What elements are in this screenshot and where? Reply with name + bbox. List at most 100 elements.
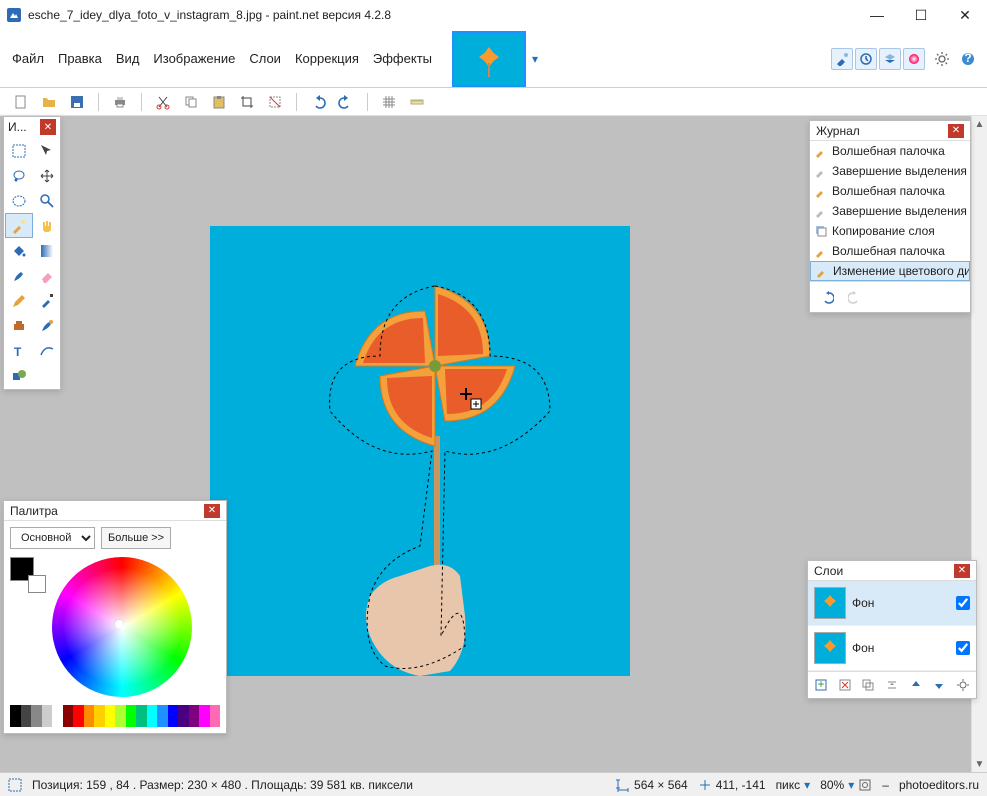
layers-panel: Слои ✕ Фон Фон +	[807, 560, 977, 699]
settings-icon[interactable]	[931, 48, 953, 70]
dims-icon	[616, 778, 630, 792]
palette-panel: Палитра ✕ Основной Больше >>	[3, 500, 227, 734]
layers-toggle-icon[interactable]	[879, 48, 901, 70]
history-item[interactable]: Изменение цветового диапазона	[810, 261, 970, 281]
tools-toggle-icon[interactable]	[831, 48, 853, 70]
tool-zoom[interactable]	[33, 188, 61, 213]
document-thumbnail[interactable]	[452, 31, 526, 87]
tool-line[interactable]	[33, 338, 61, 363]
thumb-dropdown-icon[interactable]: ▾	[532, 52, 538, 66]
tools-close-icon[interactable]: ✕	[40, 119, 56, 135]
palette-close-icon[interactable]: ✕	[204, 504, 220, 518]
history-title: Журнал	[816, 124, 860, 138]
history-item[interactable]: Волшебная палочка	[810, 241, 970, 261]
help-icon[interactable]: ?	[957, 48, 979, 70]
paste-icon[interactable]	[208, 91, 230, 113]
secondary-color[interactable]	[28, 575, 46, 593]
zoom-fit-icon[interactable]	[858, 778, 872, 792]
status-cursor-pos: 411, -141	[716, 778, 766, 792]
save-icon[interactable]	[66, 91, 88, 113]
tool-clone[interactable]	[5, 313, 33, 338]
tool-lasso[interactable]	[5, 163, 33, 188]
colors-toggle-icon[interactable]	[903, 48, 925, 70]
palette-mode-select[interactable]: Основной	[10, 527, 95, 549]
history-close-icon[interactable]: ✕	[948, 124, 964, 138]
tool-gradient[interactable]	[33, 238, 61, 263]
minimize-button[interactable]: ―	[855, 0, 899, 30]
status-unit[interactable]: пикс	[776, 778, 801, 792]
history-item[interactable]: Копирование слоя	[810, 221, 970, 241]
layer-visibility-checkbox[interactable]	[956, 641, 970, 655]
tool-color-picker[interactable]	[33, 288, 61, 313]
menu-file[interactable]: Файл	[12, 51, 44, 66]
maximize-button[interactable]: ☐	[899, 0, 943, 30]
wheel-cursor[interactable]	[114, 619, 124, 629]
layers-header[interactable]: Слои ✕	[808, 561, 976, 581]
new-icon[interactable]	[10, 91, 32, 113]
tool-move-pixels[interactable]	[33, 163, 61, 188]
svg-text:?: ?	[964, 51, 971, 65]
layer-duplicate-icon[interactable]	[859, 676, 877, 694]
layer-down-icon[interactable]	[930, 676, 948, 694]
deselect-icon[interactable]	[264, 91, 286, 113]
tool-pan[interactable]	[33, 213, 61, 238]
tool-eraser[interactable]	[33, 263, 61, 288]
palette-header[interactable]: Палитра ✕	[4, 501, 226, 521]
layer-properties-icon[interactable]	[954, 676, 972, 694]
window-title: esche_7_idey_dlya_foto_v_instagram_8.jpg…	[28, 8, 855, 22]
history-item[interactable]: Волшебная палочка	[810, 141, 970, 161]
cut-icon[interactable]	[152, 91, 174, 113]
close-button[interactable]: ✕	[943, 0, 987, 30]
menu-view[interactable]: Вид	[116, 51, 140, 66]
menu-edit[interactable]: Правка	[58, 51, 102, 66]
tool-magic-wand[interactable]	[5, 213, 33, 238]
tools-header[interactable]: И... ✕	[4, 117, 60, 137]
canvas[interactable]	[210, 226, 630, 676]
ruler-icon[interactable]	[406, 91, 428, 113]
menu-layers[interactable]: Слои	[249, 51, 281, 66]
print-icon[interactable]	[109, 91, 131, 113]
unit-dropdown-icon[interactable]: ▾	[804, 778, 810, 792]
tool-bucket[interactable]	[5, 238, 33, 263]
palette-strip[interactable]	[10, 705, 220, 727]
layers-close-icon[interactable]: ✕	[954, 564, 970, 578]
layer-row[interactable]: Фон	[808, 626, 976, 671]
history-item[interactable]: Волшебная палочка	[810, 181, 970, 201]
layer-delete-icon[interactable]	[836, 676, 854, 694]
color-wheel[interactable]	[52, 557, 192, 697]
history-undo-icon[interactable]	[816, 286, 838, 308]
zoom-dropdown-icon[interactable]: ▾	[848, 778, 854, 792]
tool-pencil[interactable]	[5, 288, 33, 313]
palette-more-button[interactable]: Больше >>	[101, 527, 171, 549]
menu-effects[interactable]: Эффекты	[373, 51, 432, 66]
tool-shapes[interactable]	[5, 363, 33, 388]
history-toggle-icon[interactable]	[855, 48, 877, 70]
history-header[interactable]: Журнал ✕	[810, 121, 970, 141]
crop-icon[interactable]	[236, 91, 258, 113]
tool-text[interactable]: T	[5, 338, 33, 363]
svg-text:+: +	[817, 678, 824, 691]
menu-adjust[interactable]: Коррекция	[295, 51, 359, 66]
tool-ellipse-select[interactable]	[5, 188, 33, 213]
copy-icon[interactable]	[180, 91, 202, 113]
grid-icon[interactable]	[378, 91, 400, 113]
layer-up-icon[interactable]	[907, 676, 925, 694]
tool-move-selection[interactable]	[33, 138, 61, 163]
statusbar: Позиция: 159 , 84 . Размер: 230 × 480 . …	[0, 772, 987, 796]
layer-merge-icon[interactable]	[883, 676, 901, 694]
undo-icon[interactable]	[307, 91, 329, 113]
tool-brush[interactable]	[5, 263, 33, 288]
history-redo-icon[interactable]	[844, 286, 866, 308]
open-icon[interactable]	[38, 91, 60, 113]
layer-add-icon[interactable]: +	[812, 676, 830, 694]
layer-row[interactable]: Фон	[808, 581, 976, 626]
history-item[interactable]: Завершение выделения палочкой	[810, 201, 970, 221]
tool-recolor[interactable]	[33, 313, 61, 338]
history-item[interactable]: Завершение выделения палочкой	[810, 161, 970, 181]
layer-name: Фон	[852, 596, 950, 610]
menu-image[interactable]: Изображение	[153, 51, 235, 66]
layer-visibility-checkbox[interactable]	[956, 596, 970, 610]
redo-icon[interactable]	[335, 91, 357, 113]
tool-rect-select[interactable]	[5, 138, 33, 163]
layer-thumb	[814, 632, 846, 664]
